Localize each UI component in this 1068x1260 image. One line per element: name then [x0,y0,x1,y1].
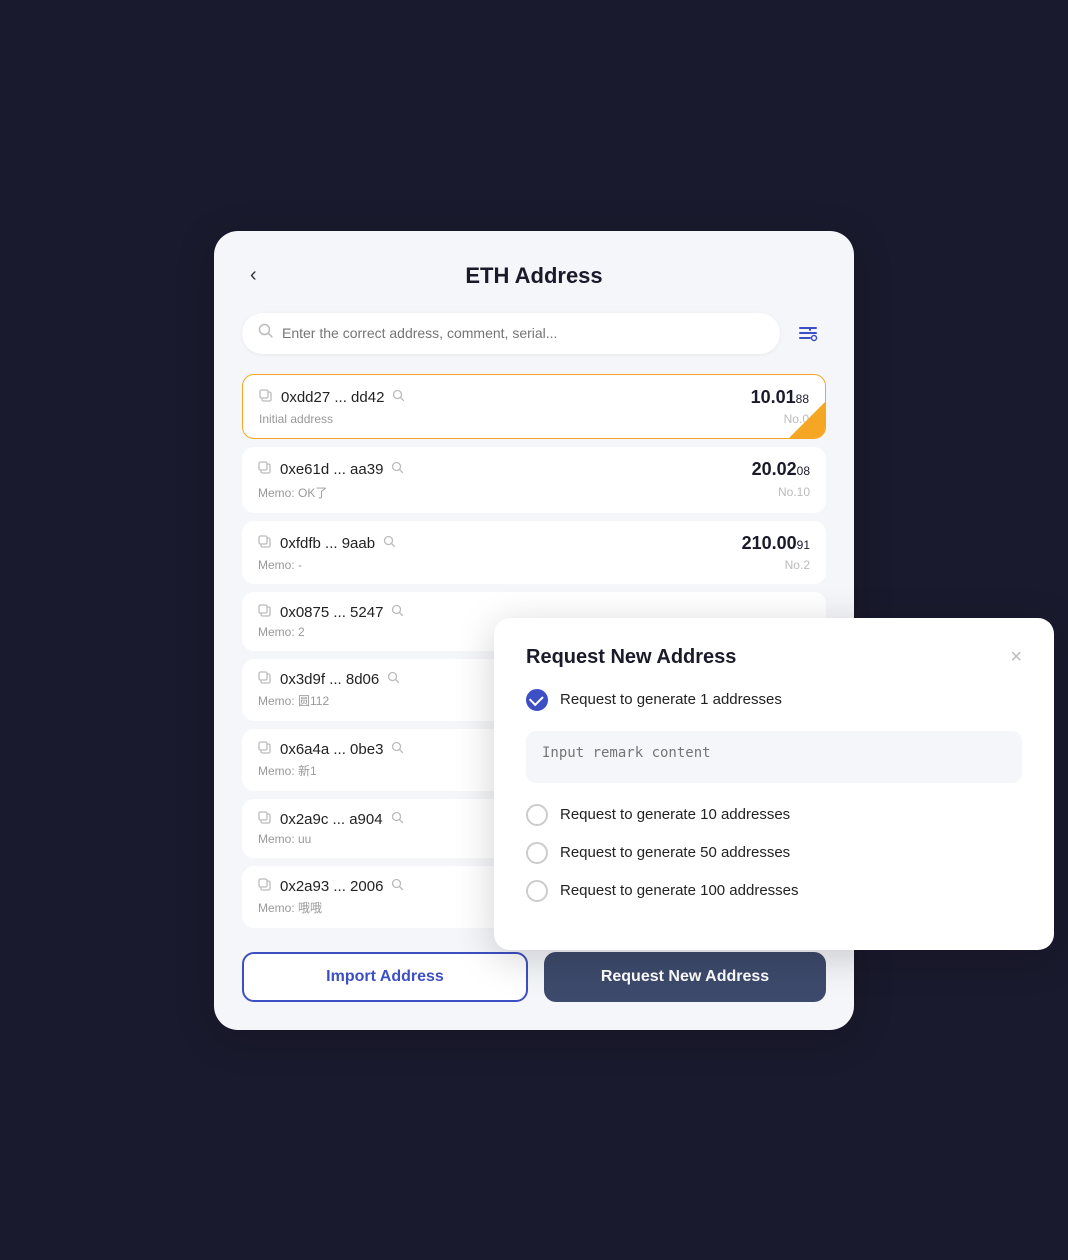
copy-icon[interactable] [258,671,272,688]
radio-circle [526,880,548,902]
search-row [242,313,826,354]
address-search-icon[interactable] [391,878,404,894]
radio-label: Request to generate 100 addresses [560,882,799,899]
address-hash: 0x6a4a ... 0be3 [280,741,383,758]
search-input[interactable] [282,325,764,341]
header: ‹ ETH Address [242,263,826,289]
address-memo: Initial address [259,412,333,426]
copy-icon[interactable] [258,535,272,552]
modal-title: Request New Address [526,646,736,669]
address-hash: 0x2a93 ... 2006 [280,878,383,895]
address-item[interactable]: 0xe61d ... aa39 20.0208 Memo: OK了 No.10 [242,447,826,513]
address-search-icon[interactable] [391,461,404,477]
radio-option[interactable]: Request to generate 100 addresses [526,880,1022,902]
import-address-button[interactable]: Import Address [242,952,528,1002]
address-balance: 20.0208 [752,459,810,480]
modal-header: Request New Address × [526,646,1022,669]
address-hash: 0xe61d ... aa39 [280,461,383,478]
address-item[interactable]: 0xfdfb ... 9aab 210.0091 Memo: - No.2 [242,521,826,584]
copy-icon[interactable] [258,604,272,621]
address-memo: Memo: OK了 [258,484,327,501]
address-hash: 0x0875 ... 5247 [280,604,383,621]
address-hash: 0xdd27 ... dd42 [281,389,384,406]
address-hash: 0xfdfb ... 9aab [280,535,375,552]
search-box [242,313,780,354]
copy-icon[interactable] [258,461,272,478]
address-search-icon[interactable] [391,811,404,827]
filter-button[interactable] [790,315,826,351]
copy-icon[interactable] [258,878,272,895]
address-no: No.2 [785,558,810,572]
radio-option[interactable]: Request to generate 1 addresses [526,689,1022,711]
radio-label: Request to generate 1 addresses [560,691,782,708]
address-search-icon[interactable] [387,671,400,687]
request-new-address-button[interactable]: Request New Address [544,952,826,1002]
radio-circle [526,842,548,864]
address-balance: 210.0091 [742,533,810,554]
radio-option[interactable]: Request to generate 50 addresses [526,842,1022,864]
request-new-address-modal: Request New Address × Request to generat… [494,618,1054,950]
address-hash: 0x3d9f ... 8d06 [280,671,379,688]
address-memo: Memo: 新1 [258,762,317,779]
copy-icon[interactable] [258,741,272,758]
main-card: ‹ ETH Address [214,231,854,1030]
footer-buttons: Import Address Request New Address [242,952,826,1002]
search-icon [258,323,274,344]
address-hash: 0x2a9c ... a904 [280,811,383,828]
copy-icon[interactable] [259,389,273,406]
address-memo: Memo: - [258,558,302,572]
remark-input[interactable] [526,731,1022,783]
address-memo: Memo: 圆112 [258,692,329,709]
address-memo: Memo: uu [258,832,311,846]
page-title: ETH Address [465,263,602,289]
modal-options: Request to generate 1 addresses Request … [526,689,1022,902]
address-memo: Memo: 哦哦 [258,899,322,916]
radio-circle [526,804,548,826]
address-search-icon[interactable] [383,535,396,551]
address-search-icon[interactable] [392,389,405,405]
radio-option[interactable]: Request to generate 10 addresses [526,804,1022,826]
radio-circle [526,689,548,711]
address-memo: Memo: 2 [258,625,305,639]
address-item[interactable]: 0xdd27 ... dd42 10.0188 Initial address … [242,374,826,439]
radio-label: Request to generate 50 addresses [560,844,790,861]
selected-badge [789,402,825,438]
modal-close-button[interactable]: × [1010,647,1022,667]
address-search-icon[interactable] [391,604,404,620]
address-no: No.10 [778,485,810,499]
back-button[interactable]: ‹ [242,260,265,291]
address-search-icon[interactable] [391,741,404,757]
radio-label: Request to generate 10 addresses [560,806,790,823]
copy-icon[interactable] [258,811,272,828]
